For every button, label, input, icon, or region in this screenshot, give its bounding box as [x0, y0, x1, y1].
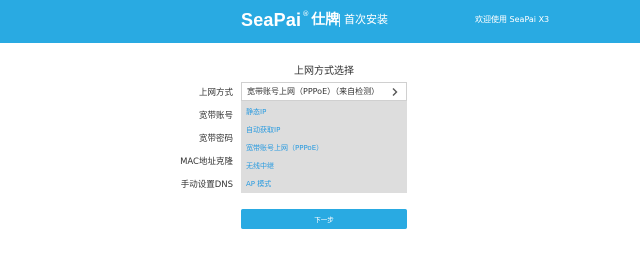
option-static-ip[interactable]: 静态IP: [246, 107, 266, 117]
chevron-right-icon: [392, 88, 398, 96]
logo-text: SeaPai: [241, 10, 302, 30]
logo-chinese-text: 仕牌: [311, 12, 340, 28]
option-wireless-repeater[interactable]: 无线中继: [246, 161, 274, 171]
header-divider: [339, 14, 340, 27]
option-pppoe[interactable]: 宽带账号上网（PPPoE）: [246, 143, 323, 153]
option-ap-mode[interactable]: AP 模式: [246, 179, 271, 189]
select-current-value: 宽带账号上网（PPPoE）（来自检测）: [247, 86, 380, 96]
label-manual-dns: 手动设置DNS: [180, 180, 233, 190]
logo-registered-mark: ®: [302, 10, 310, 18]
option-dhcp[interactable]: 自动获取IP: [246, 125, 280, 135]
next-button[interactable]: 下一步: [241, 209, 407, 229]
top-bar: SeaPai ® 仕牌 首次安装 欢迎使用 SeaPai X3: [0, 0, 640, 43]
connection-type-dropdown: 静态IP 自动获取IP 宽带账号上网（PPPoE） 无线中继 AP 模式: [241, 101, 407, 193]
brand-logo: SeaPai ® 仕牌: [241, 9, 339, 31]
label-mac-clone: MAC地址克隆: [180, 157, 233, 167]
label-broadband-password: 宽带密码: [198, 134, 233, 144]
page-title: 上网方式选择: [294, 66, 354, 77]
connection-type-select[interactable]: 宽带账号上网（PPPoE）（来自检测）: [241, 82, 407, 101]
label-connection-type: 上网方式: [198, 88, 233, 98]
label-broadband-account: 宽带账号: [198, 111, 233, 121]
header-subtitle: 首次安装: [344, 13, 388, 26]
welcome-text: 欢迎使用 SeaPai X3: [475, 15, 550, 24]
